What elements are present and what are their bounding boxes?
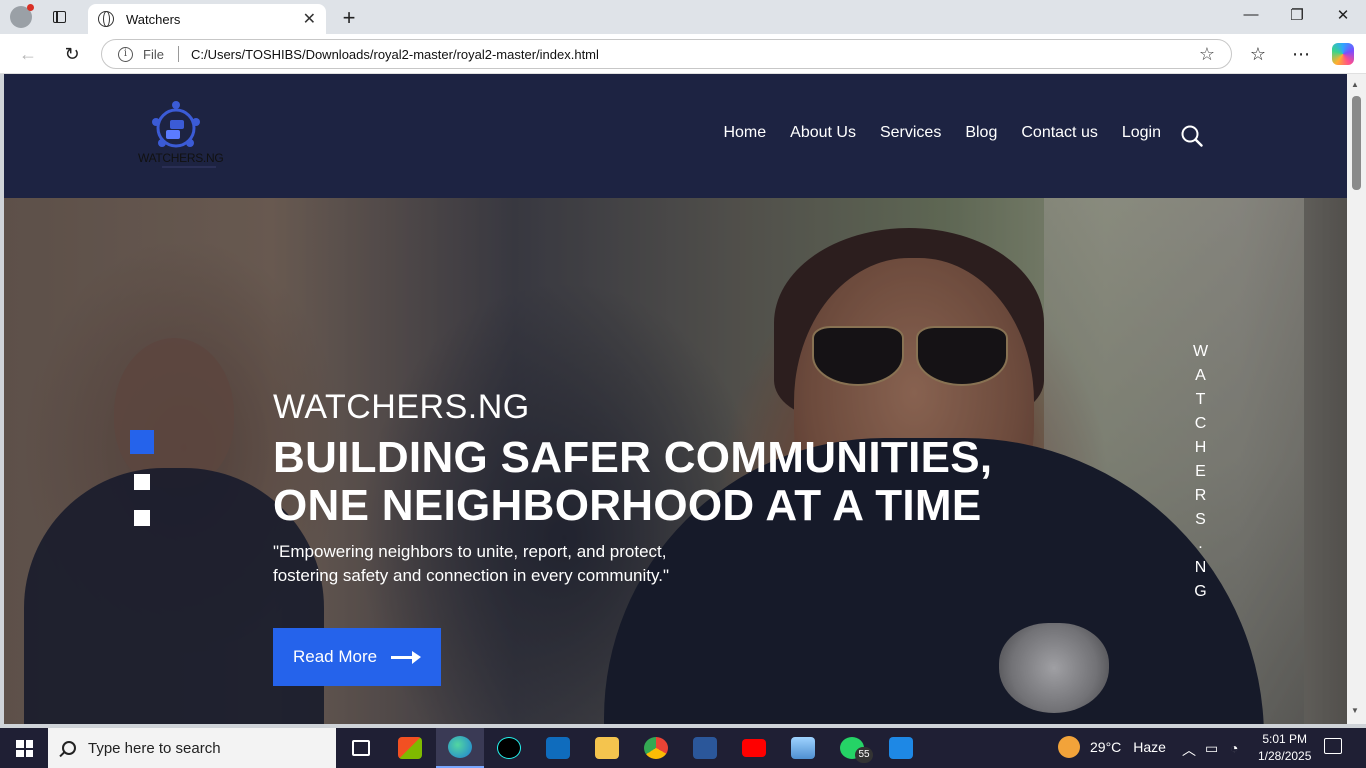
- chevron-up-icon[interactable]: ︿: [1182, 740, 1196, 760]
- address-bar-row: ← ↻ i File C:/Users/TOSHIBS/Downloads/ro…: [0, 34, 1366, 74]
- url-separator: [177, 46, 179, 62]
- search-icon[interactable]: [1181, 125, 1203, 147]
- weather-temp: 29°C: [1090, 739, 1122, 755]
- outlook-icon[interactable]: [534, 728, 582, 768]
- main-nav: Home About Us Services Blog Contact us L…: [723, 124, 1161, 142]
- nav-services[interactable]: Services: [880, 124, 941, 142]
- read-more-button[interactable]: Read More: [273, 628, 441, 686]
- read-more-label: Read More: [293, 647, 378, 666]
- copilot-icon[interactable]: [1332, 43, 1354, 65]
- nav-home[interactable]: Home: [723, 124, 766, 142]
- clock-time: 5:01 PM: [1262, 732, 1308, 746]
- hero-slider: WATCHERS.NG BUILDING SAFER COMMUNITIES, …: [4, 198, 1347, 724]
- weather-widget[interactable]: 29°C Haze: [1058, 736, 1166, 758]
- scroll-up-icon[interactable]: ▲: [1351, 80, 1359, 89]
- nav-blog[interactable]: Blog: [965, 124, 997, 142]
- chrome-icon[interactable]: [632, 728, 680, 768]
- slide-dot-2[interactable]: [134, 474, 150, 490]
- page-scrollbar[interactable]: ▲ ▼: [1347, 74, 1366, 724]
- vertical-letter: .: [1198, 535, 1204, 552]
- browser-titlebar: Watchers ✕ + — ❐ ✕: [0, 0, 1366, 34]
- hero-tagline: "Empowering neighbors to unite, report, …: [273, 542, 669, 585]
- notification-icon[interactable]: [1324, 738, 1342, 754]
- more-menu-icon[interactable]: ⋯: [1289, 42, 1313, 66]
- browser-tab[interactable]: Watchers ✕: [88, 4, 326, 34]
- hero-eyebrow: WATCHERS.NG: [273, 388, 530, 426]
- minimize-button[interactable]: —: [1236, 6, 1266, 23]
- nav-login[interactable]: Login: [1122, 124, 1161, 142]
- word-icon[interactable]: [681, 728, 729, 768]
- back-arrow-icon[interactable]: ←: [16, 42, 40, 66]
- info-icon[interactable]: i: [118, 46, 133, 62]
- tab-actions-icon[interactable]: [48, 7, 70, 27]
- slide-dot-1[interactable]: [130, 430, 154, 454]
- slide-dot-3[interactable]: [134, 510, 150, 526]
- microsoft-store-icon[interactable]: [386, 728, 434, 768]
- new-tab-button[interactable]: +: [338, 5, 360, 31]
- profile-avatar-icon[interactable]: [10, 4, 34, 28]
- vertical-letter: S: [1195, 511, 1207, 528]
- vertical-letter: C: [1194, 415, 1208, 432]
- vertical-letter: H: [1194, 439, 1208, 456]
- page-viewport: WATCHERS.NG Home About Us Services Blog …: [4, 74, 1347, 724]
- nav-about-us[interactable]: About Us: [790, 124, 856, 142]
- vertical-letter: N: [1194, 559, 1208, 576]
- tab-title: Watchers: [126, 11, 181, 27]
- nav-contact-us[interactable]: Contact us: [1021, 124, 1097, 142]
- photos-icon[interactable]: [779, 728, 827, 768]
- youtube-icon[interactable]: [730, 728, 778, 768]
- task-view-icon[interactable]: [337, 728, 385, 768]
- search-icon: [62, 741, 76, 755]
- weather-haze-icon: [1058, 736, 1080, 758]
- edge-icon[interactable]: [436, 728, 484, 768]
- favorite-star-icon[interactable]: ☆: [1199, 44, 1215, 65]
- favorites-icon[interactable]: ☆: [1246, 42, 1270, 66]
- restore-button[interactable]: ❐: [1282, 6, 1312, 24]
- vertical-letter: T: [1195, 391, 1207, 408]
- windows-start-icon[interactable]: [16, 740, 33, 757]
- battery-icon[interactable]: ▭: [1205, 740, 1218, 757]
- taskbar-search-placeholder: Type here to search: [88, 739, 221, 757]
- taskbar-search[interactable]: Type here to search: [48, 728, 336, 768]
- close-window-button[interactable]: ✕: [1328, 6, 1358, 24]
- wifi-icon[interactable]: ◔: [1230, 740, 1238, 756]
- tiktok-icon[interactable]: [485, 728, 533, 768]
- globe-icon: [98, 11, 114, 27]
- system-clock[interactable]: 5:01 PM 1/28/2025: [1258, 731, 1311, 765]
- weather-condition: Haze: [1133, 739, 1166, 755]
- vertical-letter: E: [1195, 463, 1207, 480]
- site-header: WATCHERS.NG Home About Us Services Blog …: [4, 74, 1347, 198]
- file-explorer-icon[interactable]: [583, 728, 631, 768]
- clock-date: 1/28/2025: [1258, 749, 1312, 763]
- vertical-letter: G: [1194, 583, 1208, 600]
- vscode-icon[interactable]: [877, 728, 925, 768]
- arrow-right-icon: [391, 651, 422, 664]
- whatsapp-notification-badge: 55: [855, 747, 873, 763]
- logo-text: WATCHERS.NG: [138, 151, 224, 165]
- scrollbar-thumb[interactable]: [1352, 96, 1361, 190]
- tab-close-icon[interactable]: ✕: [303, 9, 316, 29]
- vertical-letter: W: [1193, 343, 1210, 360]
- vertical-letter: R: [1194, 487, 1208, 504]
- scroll-down-icon[interactable]: ▼: [1351, 706, 1359, 715]
- logo-tagline: [162, 166, 216, 168]
- vertical-brand-text: W A T C H E R S . N G: [1193, 340, 1209, 604]
- url-field[interactable]: i File C:/Users/TOSHIBS/Downloads/royal2…: [101, 39, 1232, 69]
- vertical-letter: A: [1195, 367, 1207, 384]
- refresh-icon[interactable]: ↻: [60, 42, 84, 66]
- url-scheme-label: File: [143, 46, 164, 62]
- hero-headline: BUILDING SAFER COMMUNITIES, ONE NEIGHBOR…: [273, 433, 993, 530]
- url-text: C:/Users/TOSHIBS/Downloads/royal2-master…: [190, 46, 599, 62]
